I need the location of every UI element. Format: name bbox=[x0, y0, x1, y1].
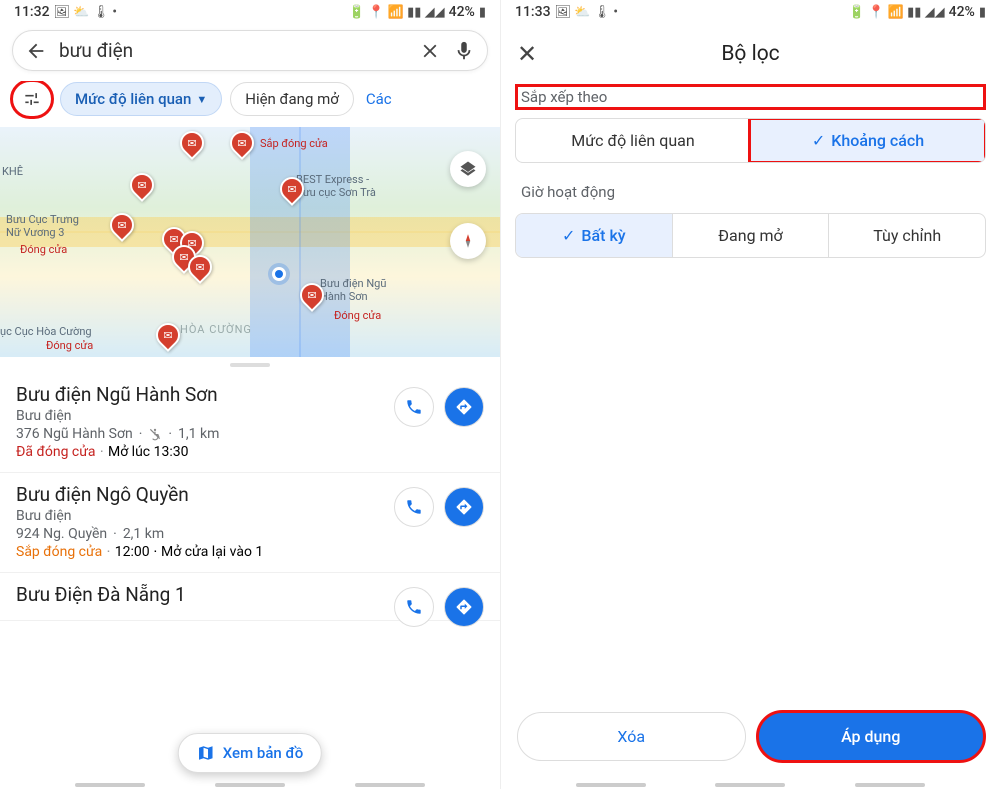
sort-segmented: Mức độ liên quan ✓ Khoảng cách bbox=[515, 118, 986, 163]
chip-label: Hiện đang mở bbox=[245, 90, 339, 108]
label-hours: Giờ hoạt động bbox=[517, 181, 984, 203]
directions-icon bbox=[455, 398, 473, 416]
check-icon: ✓ bbox=[562, 226, 575, 245]
hours-custom[interactable]: Tùy chỉnh bbox=[828, 214, 985, 257]
view-map-button[interactable]: Xem bản đồ bbox=[178, 733, 322, 773]
arrow-left-icon bbox=[25, 40, 47, 62]
call-button[interactable] bbox=[394, 587, 434, 627]
sheet-handle[interactable] bbox=[230, 363, 270, 367]
map-label: HÒA CƯỜNG bbox=[180, 323, 252, 336]
map-pin[interactable] bbox=[225, 126, 259, 160]
screen-search-results: 11:32 🖼 ⛅ 🌡 • 🔋 📍 📶 ▮▮ ◢◢ 42% ▮ Mức độ l… bbox=[0, 0, 500, 789]
layers-icon bbox=[459, 160, 477, 178]
result-meta: 376 Ngũ Hành Sơn · · 1,1 km bbox=[16, 426, 484, 442]
status-bar: 11:33 🖼 ⛅ 🌡 • 🔋 📍 📶 ▮▮ ◢◢ 42% ▮ bbox=[501, 0, 1000, 22]
battery-icon: ▮ bbox=[479, 5, 486, 20]
status-icons: 🔋 📍 📶 ▮▮ ◢◢ bbox=[349, 5, 445, 20]
back-button[interactable] bbox=[25, 40, 47, 62]
battery-icon: ▮ bbox=[979, 5, 986, 20]
sliders-icon bbox=[22, 89, 42, 109]
result-card[interactable]: Bưu Điện Đà Nẵng 1 bbox=[0, 573, 500, 621]
current-location-dot bbox=[272, 267, 286, 281]
hours-open[interactable]: Đang mở bbox=[672, 214, 829, 257]
compass-button[interactable] bbox=[450, 223, 486, 259]
close-filters-button[interactable]: ✕ bbox=[517, 40, 547, 68]
result-status: Đã đóng cửa⋅Mở lúc 13:30 bbox=[16, 444, 484, 460]
weather-icon: 🖼 ⛅ 🌡 • bbox=[555, 5, 618, 20]
hours-segmented: ✓ Bất kỳ Đang mở Tùy chỉnh bbox=[515, 213, 986, 258]
close-icon bbox=[419, 40, 441, 62]
directions-button[interactable] bbox=[444, 587, 484, 627]
map-label: Bưu điện Ngũ Hành Sơn bbox=[320, 277, 386, 303]
result-card[interactable]: Bưu điện Ngũ Hành Sơn Bưu điện 376 Ngũ H… bbox=[0, 373, 500, 473]
directions-icon bbox=[455, 498, 473, 516]
map-label: Đóng cửa bbox=[46, 339, 93, 352]
status-bar: 11:32 🖼 ⛅ 🌡 • 🔋 📍 📶 ▮▮ ◢◢ 42% ▮ bbox=[0, 0, 500, 22]
voice-search-button[interactable] bbox=[453, 40, 475, 62]
mic-icon bbox=[453, 40, 475, 62]
result-status: Sắp đóng cửa⋅12:00 ⋅ Mở cửa lại vào 1 bbox=[16, 544, 484, 560]
apply-filters-button[interactable]: Áp dụng bbox=[758, 712, 985, 761]
call-button[interactable] bbox=[394, 387, 434, 427]
map-label: Sắp đóng cửa bbox=[260, 137, 328, 150]
search-bar[interactable] bbox=[12, 30, 488, 71]
chevron-down-icon: ▼ bbox=[196, 93, 207, 106]
map-pin[interactable] bbox=[125, 168, 159, 202]
status-icons: 🔋 📍 📶 ▮▮ ◢◢ bbox=[849, 5, 945, 20]
filter-title: Bộ lọc bbox=[547, 42, 954, 66]
directions-icon bbox=[455, 598, 473, 616]
check-icon: ✓ bbox=[812, 131, 825, 150]
filter-chips-row: Mức độ liên quan ▼ Hiện đang mở Các bbox=[0, 81, 500, 127]
battery-text: 42% bbox=[949, 4, 975, 20]
battery-text: 42% bbox=[449, 4, 475, 20]
clock: 11:33 bbox=[515, 4, 551, 20]
layers-button[interactable] bbox=[450, 151, 486, 187]
clock: 11:32 bbox=[14, 4, 50, 20]
sort-relevance[interactable]: Mức độ liên quan bbox=[516, 119, 750, 162]
map[interactable]: KHÊ Sắp đóng cửa BEST Express - Bưu cục … bbox=[0, 127, 500, 357]
nav-bar bbox=[501, 783, 1000, 787]
phone-icon bbox=[405, 498, 423, 516]
sort-distance[interactable]: ✓ Khoảng cách bbox=[750, 119, 985, 162]
map-label: Bưu Cục Trưng Nữ Vương 3 bbox=[6, 213, 79, 239]
filters-button[interactable] bbox=[12, 81, 52, 117]
label-sort-by: Sắp xếp theo bbox=[517, 86, 984, 108]
filter-footer: Xóa Áp dụng bbox=[501, 712, 1000, 761]
chip-relevance[interactable]: Mức độ liên quan ▼ bbox=[60, 82, 222, 116]
hours-any[interactable]: ✓ Bất kỳ bbox=[516, 214, 672, 257]
results-list[interactable]: Bưu điện Ngũ Hành Sơn Bưu điện 376 Ngũ H… bbox=[0, 373, 500, 789]
screen-filters: 11:33 🖼 ⛅ 🌡 • 🔋 📍 📶 ▮▮ ◢◢ 42% ▮ ✕ Bộ lọc… bbox=[500, 0, 1000, 789]
map-label: Đóng cửa bbox=[20, 243, 67, 256]
map-icon bbox=[197, 744, 215, 762]
map-label: Đóng cửa bbox=[334, 309, 381, 322]
map-pin[interactable] bbox=[175, 126, 209, 160]
clear-search-button[interactable] bbox=[419, 40, 441, 62]
chip-label: Mức độ liên quan bbox=[75, 90, 191, 108]
map-label: ục Cục Hòa Cường bbox=[0, 325, 92, 338]
chips-more[interactable]: Các bbox=[362, 84, 396, 114]
search-input[interactable] bbox=[59, 39, 407, 62]
call-button[interactable] bbox=[394, 487, 434, 527]
weather-icon: 🖼 ⛅ 🌡 • bbox=[54, 5, 117, 20]
directions-button[interactable] bbox=[444, 387, 484, 427]
clear-filters-button[interactable]: Xóa bbox=[517, 712, 746, 761]
result-meta: 924 Ng. Quyền · 2,1 km bbox=[16, 526, 484, 542]
phone-icon bbox=[405, 598, 423, 616]
result-card[interactable]: Bưu điện Ngô Quyền Bưu điện 924 Ng. Quyề… bbox=[0, 473, 500, 573]
map-label: KHÊ bbox=[2, 165, 23, 178]
chip-open-now[interactable]: Hiện đang mở bbox=[230, 82, 354, 116]
phone-icon bbox=[405, 398, 423, 416]
nav-bar bbox=[0, 783, 500, 787]
directions-button[interactable] bbox=[444, 487, 484, 527]
map-pin[interactable] bbox=[105, 208, 139, 242]
compass-icon bbox=[459, 232, 477, 250]
filter-header: ✕ Bộ lọc bbox=[501, 22, 1000, 78]
map-label: BEST Express - Bưu cục Sơn Trà bbox=[296, 173, 376, 199]
no-wheelchair-icon bbox=[148, 427, 162, 441]
